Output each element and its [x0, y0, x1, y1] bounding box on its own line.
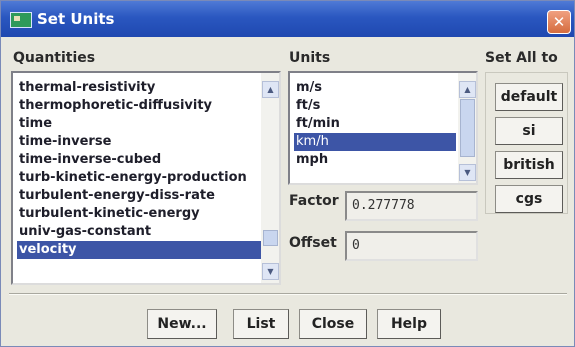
default-button[interactable]: default [495, 83, 563, 111]
quantity-item[interactable]: thermal-resistivity [17, 79, 263, 97]
unit-item[interactable]: m/s [294, 79, 456, 97]
quantity-item[interactable]: time-inverse-cubed [17, 151, 263, 169]
unit-item-selected[interactable]: km/h [294, 133, 456, 151]
units-label: Units [289, 50, 331, 66]
quantity-item-selected[interactable]: velocity [17, 241, 263, 259]
scroll-thumb[interactable] [460, 99, 475, 157]
quantity-item[interactable]: turbulent-energy-diss-rate [17, 187, 263, 205]
quantities-label: Quantities [13, 50, 96, 66]
close-icon: ✕ [552, 13, 566, 31]
list-button[interactable]: List [233, 309, 289, 339]
set-units-dialog: Set Units ✕ Quantities thermal-resistivi… [0, 0, 575, 347]
scroll-up-icon[interactable]: ▲ [459, 81, 476, 98]
offset-field[interactable]: 0 [345, 231, 478, 261]
quantity-item[interactable]: turb-kinetic-energy-production [17, 169, 263, 187]
si-button[interactable]: si [495, 117, 563, 145]
quantity-item[interactable]: univ-gas-constant [17, 223, 263, 241]
new-button[interactable]: New... [147, 309, 217, 339]
help-button[interactable]: Help [377, 309, 441, 339]
footer-divider [9, 293, 567, 295]
unit-item[interactable]: mph [294, 151, 456, 169]
scroll-down-icon[interactable]: ▼ [262, 263, 279, 280]
quantity-item[interactable]: time [17, 115, 263, 133]
close-button[interactable]: Close [299, 309, 367, 339]
units-list[interactable]: m/s ft/s ft/min km/h mph ▲ ▼ [288, 71, 478, 185]
set-all-label: Set All to [485, 50, 558, 66]
cgs-button[interactable]: cgs [495, 185, 563, 213]
offset-label: Offset [289, 235, 337, 251]
units-scrollbar[interactable]: ▲ ▼ [458, 73, 476, 183]
quantities-list[interactable]: thermal-resistivity thermophoretic-diffu… [11, 71, 281, 285]
app-icon [10, 12, 32, 28]
british-button[interactable]: british [495, 151, 563, 179]
quantity-item[interactable]: thermophoretic-diffusivity [17, 97, 263, 115]
quantity-item[interactable]: turbulent-kinetic-energy [17, 205, 263, 223]
scroll-down-icon[interactable]: ▼ [459, 164, 476, 181]
factor-field[interactable]: 0.277778 [345, 191, 478, 221]
scroll-thumb[interactable] [263, 230, 278, 246]
factor-label: Factor [289, 193, 339, 209]
close-window-button[interactable]: ✕ [547, 10, 571, 34]
quantity-item[interactable]: time-inverse [17, 133, 263, 151]
window-title: Set Units [37, 10, 115, 28]
title-bar: Set Units ✕ [1, 1, 574, 37]
quantities-scrollbar[interactable]: ▲ ▼ [261, 73, 279, 283]
unit-item[interactable]: ft/s [294, 97, 456, 115]
scroll-up-icon[interactable]: ▲ [262, 81, 279, 98]
unit-item[interactable]: ft/min [294, 115, 456, 133]
